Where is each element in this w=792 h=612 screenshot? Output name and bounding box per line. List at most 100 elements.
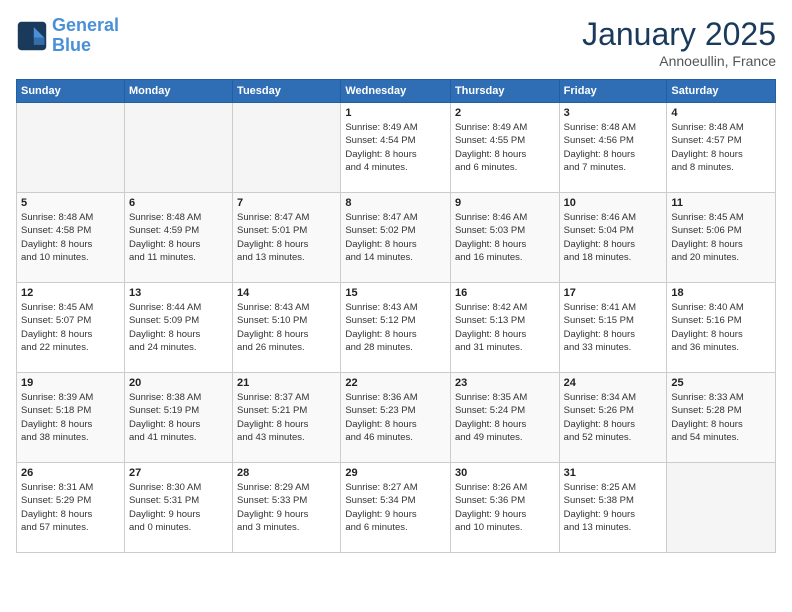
day-info: Sunrise: 8:47 AMSunset: 5:01 PMDaylight:… (237, 211, 336, 264)
day-info: Sunrise: 8:48 AMSunset: 4:58 PMDaylight:… (21, 211, 120, 264)
table-row: 22 Sunrise: 8:36 AMSunset: 5:23 PMDayligh… (341, 373, 451, 463)
header: General Blue January 2025 Annoeullin, Fr… (16, 16, 776, 69)
day-info: Sunrise: 8:33 AMSunset: 5:28 PMDaylight:… (671, 391, 771, 444)
table-row: 17Sunrise: 8:41 AMSunset: 5:15 PMDayligh… (559, 283, 667, 373)
table-row (233, 103, 341, 193)
header-saturday: Saturday (667, 80, 776, 103)
day-number: 15 (345, 287, 446, 299)
day-number: 23 (455, 377, 555, 389)
logo-line1: General (52, 15, 119, 35)
day-info: Sunrise: 8:49 AMSunset: 4:55 PMDaylight:… (455, 121, 555, 174)
day-number: 16 (455, 287, 555, 299)
day-number: 21 (237, 377, 336, 389)
table-row: 20 Sunrise: 8:38 AMSunset: 5:19 PMDayligh… (124, 373, 232, 463)
day-number: 31 (564, 467, 663, 479)
day-number: 18 (671, 287, 771, 299)
table-row: 19 Sunrise: 8:39 AMSunset: 5:18 PMDayligh… (17, 373, 125, 463)
day-number: 26 (21, 467, 120, 479)
table-row: 23 Sunrise: 8:35 AMSunset: 5:24 PMDayligh… (450, 373, 559, 463)
location-subtitle: Annoeullin, France (582, 53, 776, 69)
day-info: Sunrise: 8:35 AMSunset: 5:24 PMDaylight:… (455, 391, 555, 444)
day-info: Sunrise: 8:47 AMSunset: 5:02 PMDaylight:… (345, 211, 446, 264)
day-info: Sunrise: 8:48 AMSunset: 4:56 PMDaylight:… (564, 121, 663, 174)
day-info: Sunrise: 8:36 AMSunset: 5:23 PMDaylight:… (345, 391, 446, 444)
header-wednesday: Wednesday (341, 80, 451, 103)
table-row: 1Sunrise: 8:49 AMSunset: 4:54 PMDaylight… (341, 103, 451, 193)
table-row: 27 Sunrise: 8:30 AMSunset: 5:31 PMDayligh… (124, 463, 232, 553)
day-info: Sunrise: 8:43 AMSunset: 5:12 PMDaylight:… (345, 301, 446, 354)
table-row (124, 103, 232, 193)
table-row: 24Sunrise: 8:34 AMSunset: 5:26 PMDayligh… (559, 373, 667, 463)
day-number: 28 (237, 467, 336, 479)
calendar-week-row: 26Sunrise: 8:31 AMSunset: 5:29 PMDayligh… (17, 463, 776, 553)
table-row: 9 Sunrise: 8:46 AMSunset: 5:03 PMDaylight… (450, 193, 559, 283)
table-row: 8 Sunrise: 8:47 AMSunset: 5:02 PMDaylight… (341, 193, 451, 283)
day-info: Sunrise: 8:40 AMSunset: 5:16 PMDaylight:… (671, 301, 771, 354)
header-thursday: Thursday (450, 80, 559, 103)
logo: General Blue (16, 16, 119, 56)
day-info: Sunrise: 8:41 AMSunset: 5:15 PMDaylight:… (564, 301, 663, 354)
day-number: 20 (129, 377, 228, 389)
day-info: Sunrise: 8:44 AMSunset: 5:09 PMDaylight:… (129, 301, 228, 354)
table-row: 31 Sunrise: 8:25 AMSunset: 5:38 PMDayligh… (559, 463, 667, 553)
calendar-week-row: 1Sunrise: 8:49 AMSunset: 4:54 PMDaylight… (17, 103, 776, 193)
day-number: 13 (129, 287, 228, 299)
table-row: 12 Sunrise: 8:45 AMSunset: 5:07 PMDayligh… (17, 283, 125, 373)
day-number: 30 (455, 467, 555, 479)
day-info: Sunrise: 8:46 AMSunset: 5:04 PMDaylight:… (564, 211, 663, 264)
day-info: Sunrise: 8:25 AMSunset: 5:38 PMDaylight:… (564, 481, 663, 534)
calendar-week-row: 5 Sunrise: 8:48 AMSunset: 4:58 PMDaylight… (17, 193, 776, 283)
day-number: 9 (455, 197, 555, 209)
logo-icon (16, 20, 48, 52)
table-row: 11 Sunrise: 8:45 AMSunset: 5:06 PMDayligh… (667, 193, 776, 283)
day-info: Sunrise: 8:42 AMSunset: 5:13 PMDaylight:… (455, 301, 555, 354)
table-row: 14Sunrise: 8:43 AMSunset: 5:10 PMDayligh… (233, 283, 341, 373)
table-row: 7 Sunrise: 8:47 AMSunset: 5:01 PMDaylight… (233, 193, 341, 283)
day-info: Sunrise: 8:49 AMSunset: 4:54 PMDaylight:… (345, 121, 446, 174)
header-sunday: Sunday (17, 80, 125, 103)
table-row (667, 463, 776, 553)
day-info: Sunrise: 8:26 AMSunset: 5:36 PMDaylight:… (455, 481, 555, 534)
day-info: Sunrise: 8:38 AMSunset: 5:19 PMDaylight:… (129, 391, 228, 444)
table-row: 4Sunrise: 8:48 AMSunset: 4:57 PMDaylight… (667, 103, 776, 193)
day-info: Sunrise: 8:37 AMSunset: 5:21 PMDaylight:… (237, 391, 336, 444)
day-number: 12 (21, 287, 120, 299)
header-monday: Monday (124, 80, 232, 103)
day-number: 19 (21, 377, 120, 389)
table-row: 21 Sunrise: 8:37 AMSunset: 5:21 PMDayligh… (233, 373, 341, 463)
table-row: 2 Sunrise: 8:49 AMSunset: 4:55 PMDaylight… (450, 103, 559, 193)
day-info: Sunrise: 8:29 AMSunset: 5:33 PMDaylight:… (237, 481, 336, 534)
day-info: Sunrise: 8:30 AMSunset: 5:31 PMDaylight:… (129, 481, 228, 534)
day-info: Sunrise: 8:45 AMSunset: 5:07 PMDaylight:… (21, 301, 120, 354)
table-row: 18 Sunrise: 8:40 AMSunset: 5:16 PMDayligh… (667, 283, 776, 373)
table-row: 3Sunrise: 8:48 AMSunset: 4:56 PMDaylight… (559, 103, 667, 193)
logo-text: General Blue (52, 16, 119, 56)
day-number: 8 (345, 197, 446, 209)
calendar-week-row: 12 Sunrise: 8:45 AMSunset: 5:07 PMDayligh… (17, 283, 776, 373)
table-row (17, 103, 125, 193)
day-number: 14 (237, 287, 336, 299)
day-number: 6 (129, 197, 228, 209)
logo-line2: Blue (52, 35, 91, 55)
day-number: 2 (455, 107, 555, 119)
page: General Blue January 2025 Annoeullin, Fr… (0, 0, 792, 612)
table-row: 25 Sunrise: 8:33 AMSunset: 5:28 PMDayligh… (667, 373, 776, 463)
title-block: January 2025 Annoeullin, France (582, 16, 776, 69)
day-info: Sunrise: 8:46 AMSunset: 5:03 PMDaylight:… (455, 211, 555, 264)
day-number: 29 (345, 467, 446, 479)
table-row: 6Sunrise: 8:48 AMSunset: 4:59 PMDaylight… (124, 193, 232, 283)
day-number: 7 (237, 197, 336, 209)
day-number: 5 (21, 197, 120, 209)
table-row: 16 Sunrise: 8:42 AMSunset: 5:13 PMDayligh… (450, 283, 559, 373)
table-row: 29Sunrise: 8:27 AMSunset: 5:34 PMDayligh… (341, 463, 451, 553)
month-title: January 2025 (582, 16, 776, 53)
day-number: 27 (129, 467, 228, 479)
day-info: Sunrise: 8:45 AMSunset: 5:06 PMDaylight:… (671, 211, 771, 264)
table-row: 15 Sunrise: 8:43 AMSunset: 5:12 PMDayligh… (341, 283, 451, 373)
day-info: Sunrise: 8:39 AMSunset: 5:18 PMDaylight:… (21, 391, 120, 444)
day-number: 25 (671, 377, 771, 389)
day-number: 11 (671, 197, 771, 209)
day-number: 22 (345, 377, 446, 389)
table-row: 26Sunrise: 8:31 AMSunset: 5:29 PMDayligh… (17, 463, 125, 553)
table-row: 5 Sunrise: 8:48 AMSunset: 4:58 PMDaylight… (17, 193, 125, 283)
